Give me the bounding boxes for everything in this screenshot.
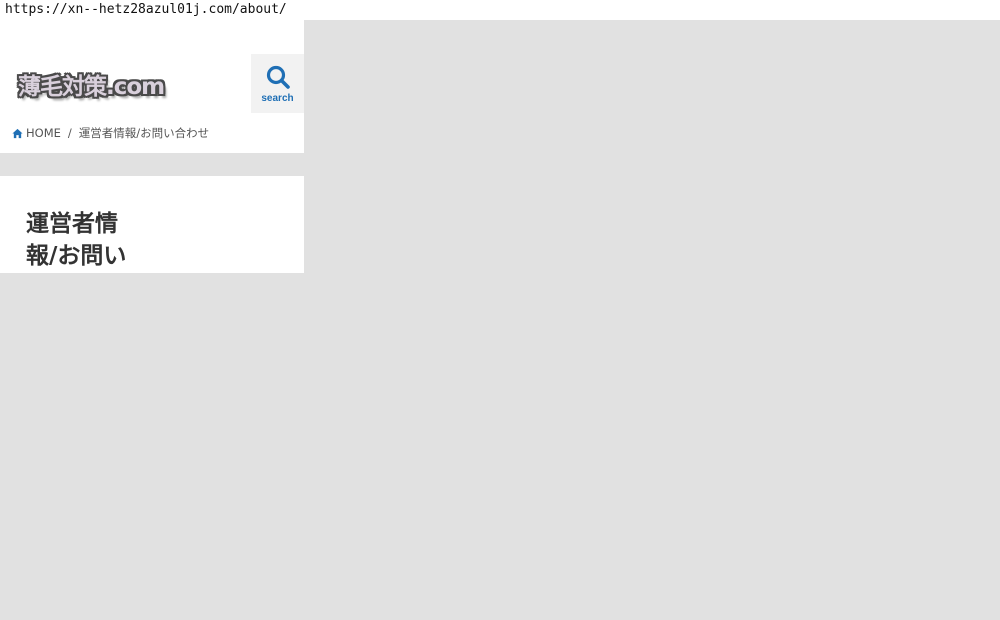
site-header: 薄毛対策.com search HOME / 運営者情報/お問い合わせ bbox=[0, 20, 304, 153]
page-title: 運営者情報/お問い bbox=[26, 211, 127, 269]
home-icon bbox=[12, 128, 23, 138]
breadcrumb-home-link[interactable]: HOME bbox=[12, 126, 61, 140]
breadcrumb: HOME / 運営者情報/お問い合わせ bbox=[12, 125, 209, 141]
search-button[interactable]: search bbox=[251, 54, 304, 113]
address-bar[interactable]: https://xn--hetz28azul01j.com/about/ bbox=[0, 0, 1000, 20]
url-text: https://xn--hetz28azul01j.com/about/ bbox=[5, 2, 287, 17]
breadcrumb-current: 運営者情報/お問い合わせ bbox=[78, 126, 210, 140]
breadcrumb-separator: / bbox=[67, 126, 72, 140]
article-card: 運営者情報/お問い bbox=[0, 176, 304, 273]
site-logo-text: 薄毛対策.com bbox=[18, 74, 165, 100]
search-label: search bbox=[261, 92, 294, 104]
site-logo[interactable]: 薄毛対策.com bbox=[18, 64, 165, 104]
breadcrumb-home-label: HOME bbox=[26, 126, 61, 140]
search-icon bbox=[266, 65, 290, 89]
